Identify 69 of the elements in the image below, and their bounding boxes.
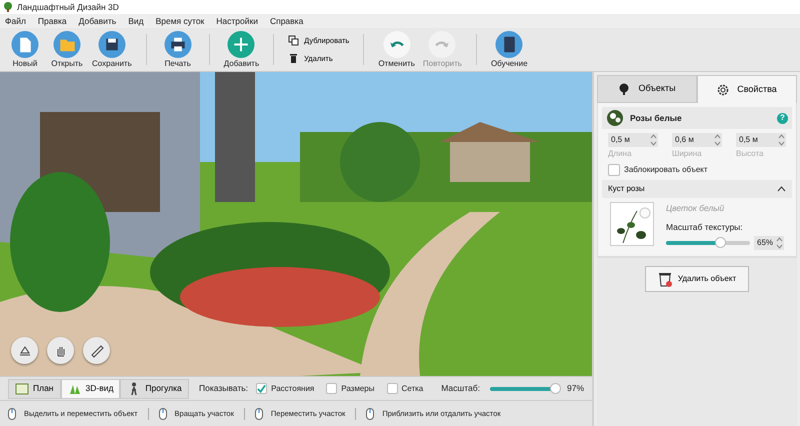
spin-field[interactable]: 0,5 м — [736, 133, 786, 147]
ruler-icon — [88, 342, 104, 358]
toolbar-button[interactable]: Отменить — [374, 28, 419, 71]
object-name: Розы белые — [630, 112, 683, 124]
spin-arrows-icon — [776, 237, 783, 249]
floppy-disk-icon — [98, 31, 126, 58]
tree-icon — [3, 2, 13, 12]
trash-icon — [288, 52, 300, 64]
menu-item[interactable]: Вид — [128, 14, 144, 28]
copy-icon — [288, 35, 300, 46]
checkbox[interactable] — [608, 164, 620, 176]
document-icon — [11, 31, 39, 58]
spin-field[interactable]: 0,6 м — [672, 133, 722, 147]
spin-arrows-icon — [714, 134, 721, 146]
folder-icon — [53, 31, 81, 58]
zoom-label: Масштаб: — [441, 382, 480, 395]
menu-item[interactable]: Время суток — [156, 14, 204, 28]
spin-arrows-icon — [778, 134, 785, 146]
tree-icon — [618, 83, 630, 95]
menu-item[interactable]: Файл — [5, 14, 26, 28]
window-title: Ландшафтный Дизайн 3D — [17, 0, 119, 14]
texture-name: Цветок белый — [666, 202, 726, 215]
section-header[interactable]: Куст розы — [602, 180, 792, 198]
book-icon — [495, 31, 524, 58]
mouse-icon — [366, 408, 374, 420]
mouse-icon — [8, 408, 16, 420]
field-label: Высота — [736, 148, 764, 160]
toolbar-button[interactable]: Открыть — [46, 28, 88, 71]
spin-field[interactable]: 0,5 м — [608, 133, 658, 147]
redo-icon — [428, 31, 456, 58]
view-mode-tab[interactable]: План — [8, 378, 60, 398]
plus-icon — [227, 31, 256, 58]
toolbar-button[interactable]: Новый — [4, 28, 46, 71]
menu-item[interactable]: Добавить — [78, 14, 116, 28]
checkbox[interactable] — [256, 383, 268, 394]
menu-item[interactable]: Настройки — [216, 14, 258, 28]
chevron-up-icon — [777, 186, 786, 192]
texture-preview — [610, 202, 654, 246]
checkbox-label: Сетка — [402, 382, 424, 394]
toolbar-button[interactable]: Печать — [156, 28, 199, 71]
mouse-icon — [254, 408, 263, 420]
checkbox[interactable] — [326, 383, 338, 394]
undo-icon — [382, 31, 411, 58]
panel-tab[interactable]: Свойства — [697, 75, 797, 103]
field-label: Ширина — [672, 148, 703, 160]
menu-item[interactable]: Правка — [38, 14, 67, 28]
view-mode-tab[interactable]: 3D-вид — [60, 378, 120, 398]
zoom-reading: 97% — [566, 382, 584, 395]
toolbar-button[interactable]: Добавить — [220, 28, 264, 71]
delete-object-button[interactable]: Удалить объект — [645, 266, 749, 292]
printer-icon — [164, 31, 192, 58]
spin-arrows-icon — [650, 134, 657, 146]
texture-scale-label: Масштаб текстуры: — [666, 221, 744, 234]
panel-tab[interactable]: Объекты — [597, 75, 697, 103]
checkbox-label: Размеры — [341, 382, 374, 394]
field-label: Длина — [608, 148, 632, 160]
checkbox-label: Заблокировать объект — [624, 164, 708, 176]
show-label: Показывать: — [199, 382, 248, 395]
toolbar-button[interactable]: Обучение — [486, 28, 532, 71]
spin-field[interactable]: 65% — [754, 236, 784, 250]
mouse-icon — [158, 408, 167, 420]
trash-icon — [658, 271, 672, 287]
view-mode-tab[interactable]: Прогулка — [120, 378, 189, 398]
menu-item[interactable]: Справка — [270, 14, 304, 28]
checkbox-label: Расстояния — [271, 382, 314, 394]
gear-icon — [717, 84, 730, 96]
checkbox[interactable] — [386, 383, 398, 394]
toolbar-button[interactable]: Сохранить — [88, 28, 136, 71]
map-icon — [15, 382, 29, 396]
